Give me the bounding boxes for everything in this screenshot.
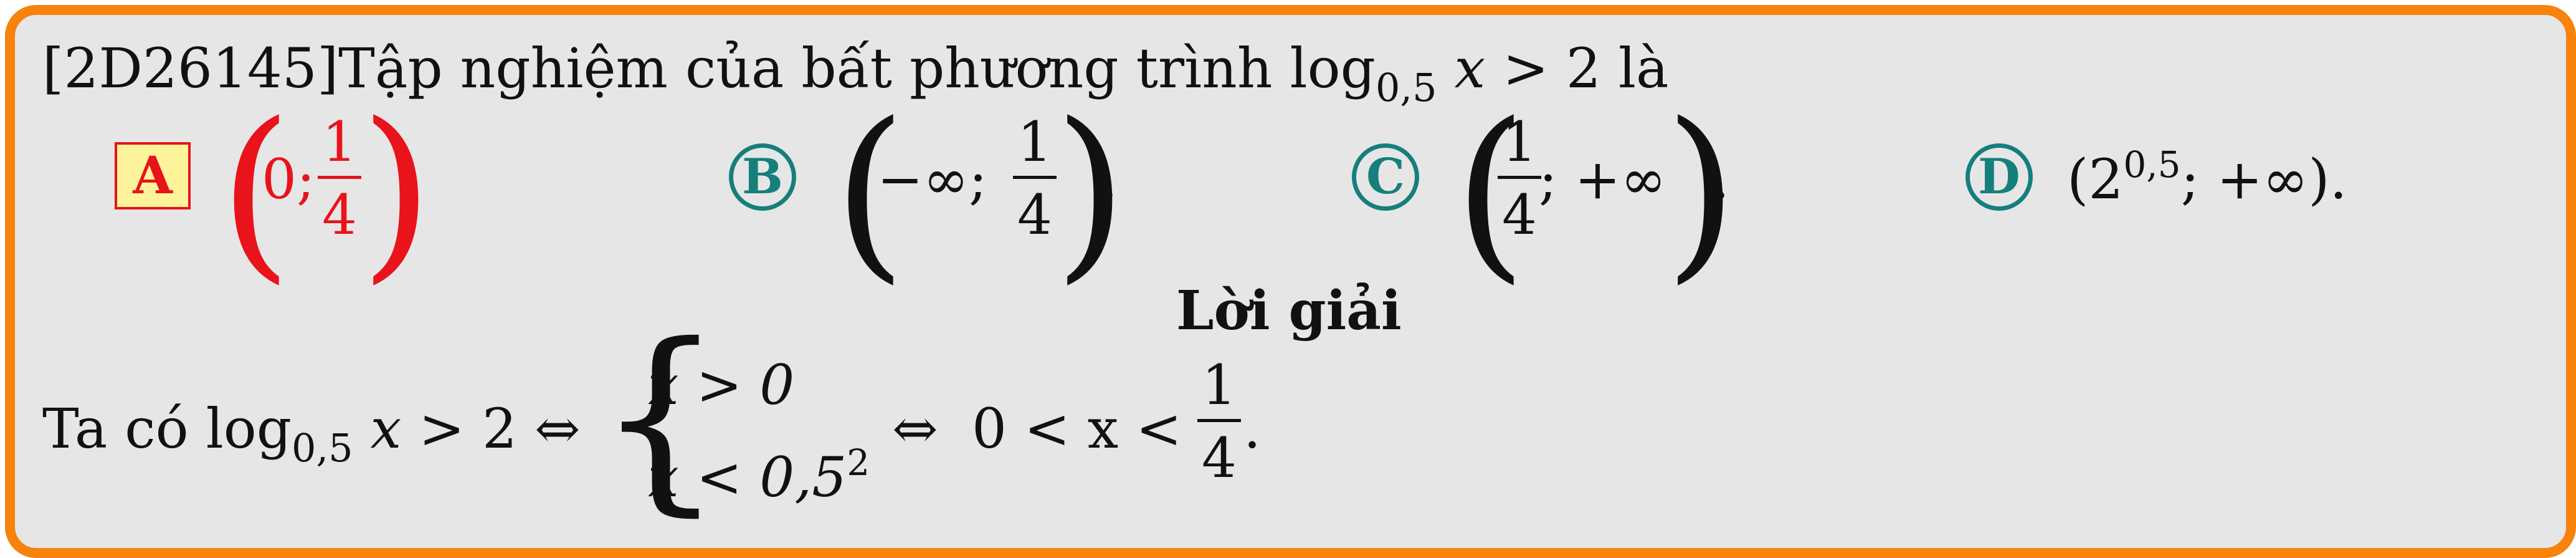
log-base: 0,5 (1375, 65, 1437, 110)
option-b-numerator: 1 (1017, 110, 1052, 174)
system-case-1: x > 0 (648, 353, 795, 417)
option-c-fraction: 1 4 (1498, 115, 1541, 243)
solution-fraction-bar (1197, 419, 1241, 422)
solution-end: . (1243, 397, 1261, 461)
solution-lead: Ta có (42, 397, 189, 461)
option-a-zero: 0; (262, 147, 315, 211)
option-a-fraction: 1 4 (318, 115, 361, 243)
option-a-numerator: 1 (322, 110, 357, 174)
option-c-denominator: 4 (1502, 183, 1537, 247)
option-d-open: (2 (2067, 147, 2124, 211)
option-c-badge[interactable]: C (1352, 143, 1419, 211)
content: [2D26145]Tập nghiệm của bất phương trình… (0, 0, 2576, 553)
solution-log-word: log (206, 397, 292, 461)
option-a-fraction-bar (318, 176, 361, 179)
solution-rel: > (419, 397, 465, 461)
solution-denominator: 4 (1202, 426, 1237, 490)
option-b-denominator: 4 (1017, 183, 1052, 247)
system-case-2: x < 0,52 (648, 445, 870, 505)
question-text: Tập nghiệm của bất phương trình (338, 36, 1273, 100)
option-b-badge[interactable]: B (729, 143, 796, 211)
solution-title: Lời giải (1176, 279, 1402, 342)
option-b-left: −∞; (877, 147, 987, 211)
option-b-end: . (1100, 147, 1118, 211)
solution-numerator: 1 (1202, 353, 1237, 417)
option-c-end: . (1712, 147, 1729, 211)
option-b-fraction-bar (1013, 176, 1057, 179)
log-word: log (1290, 36, 1376, 100)
option-c-fraction-bar (1498, 176, 1541, 179)
solution-rhs: 2 (482, 397, 517, 461)
solution-iff-2: ⇔ (892, 397, 938, 461)
solution-var: x (370, 397, 402, 461)
option-a-denominator: 4 (322, 183, 357, 247)
question-tail: là (1618, 36, 1669, 100)
option-a-end: . (405, 147, 422, 211)
question-id: [2D26145] (42, 36, 339, 100)
option-c-numerator: 1 (1502, 110, 1537, 174)
option-a-badge[interactable]: A (115, 142, 191, 209)
option-d-badge[interactable]: D (1965, 143, 2033, 211)
option-d-expression: (20,5; +∞). (2067, 147, 2347, 207)
solution-log-base: 0,5 (292, 425, 353, 471)
solution-lead-line: Ta có log0,5 x > 2 ⇔ (42, 402, 581, 468)
solution-inequality: 0 < x < (972, 397, 1182, 461)
system-case-2-exponent: 2 (847, 441, 870, 484)
option-d-exponent: 0,5 (2123, 143, 2181, 186)
question-rhs: 2 (1566, 36, 1601, 100)
solution-fraction: 1 4 (1197, 358, 1241, 486)
system-case-2-main: x < 0,5 (648, 445, 847, 509)
option-d-rest: ; +∞). (2180, 147, 2347, 211)
option-b-fraction: 1 4 (1013, 115, 1057, 243)
solution-iff: ⇔ (534, 397, 581, 461)
option-c-right: ; +∞ (1539, 147, 1666, 211)
